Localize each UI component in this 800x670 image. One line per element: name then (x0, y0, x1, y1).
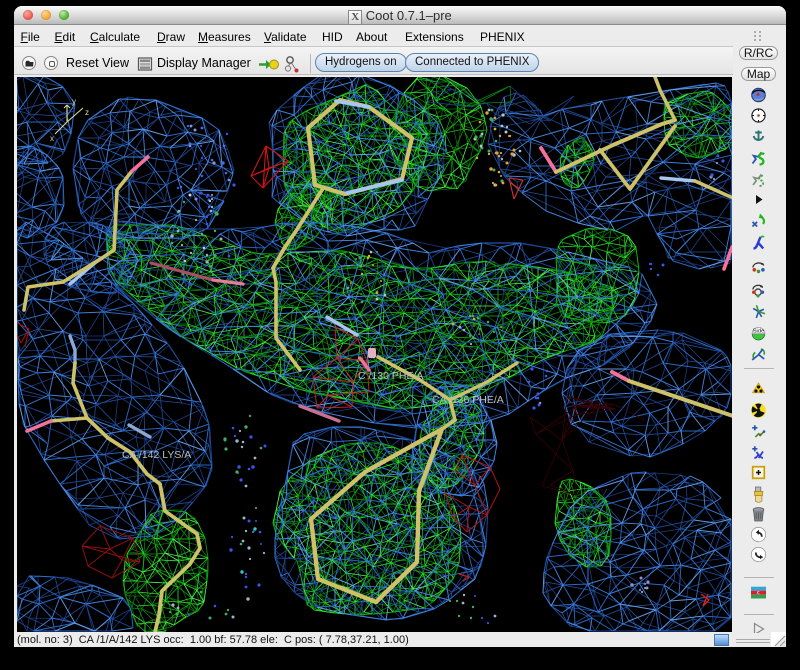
svg-text:x: x (50, 134, 54, 143)
svg-text:z: z (85, 108, 89, 117)
svg-text:CA /136 PHE/A: CA /136 PHE/A (432, 394, 504, 406)
svg-text:CA /142 LYS/A: CA /142 LYS/A (122, 449, 191, 461)
svg-text:y: y (72, 97, 76, 106)
svg-text:C /130 PHE/A: C /130 PHE/A (358, 370, 423, 382)
svg-text:Side: Side (753, 329, 765, 335)
